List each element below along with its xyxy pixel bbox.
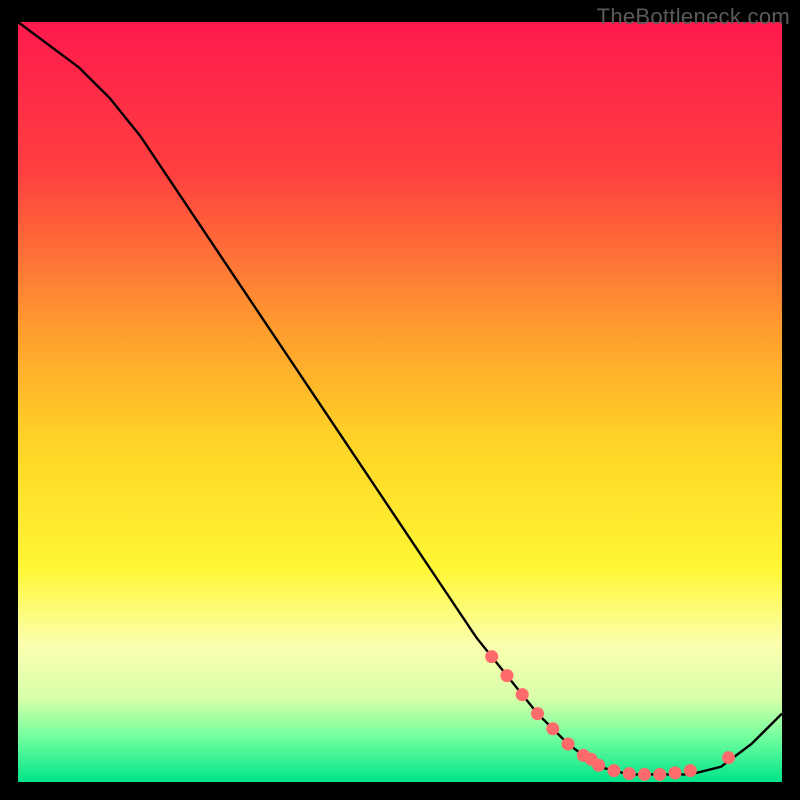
marker-point — [516, 688, 529, 701]
marker-point — [607, 764, 620, 777]
marker-point — [531, 707, 544, 720]
marker-point — [684, 764, 697, 777]
marker-point — [485, 650, 498, 663]
marker-point — [592, 759, 605, 772]
marker-point — [669, 766, 682, 779]
marker-point — [562, 738, 575, 751]
marker-point — [546, 722, 559, 735]
watermark-text: TheBottleneck.com — [597, 4, 790, 30]
marker-point — [638, 768, 651, 781]
chart-frame: TheBottleneck.com — [0, 0, 800, 800]
chart-background — [18, 22, 782, 782]
marker-point — [722, 751, 735, 764]
marker-point — [500, 669, 513, 682]
marker-point — [623, 767, 636, 780]
marker-point — [653, 768, 666, 781]
chart-svg — [18, 22, 782, 782]
plot-area — [18, 22, 782, 782]
